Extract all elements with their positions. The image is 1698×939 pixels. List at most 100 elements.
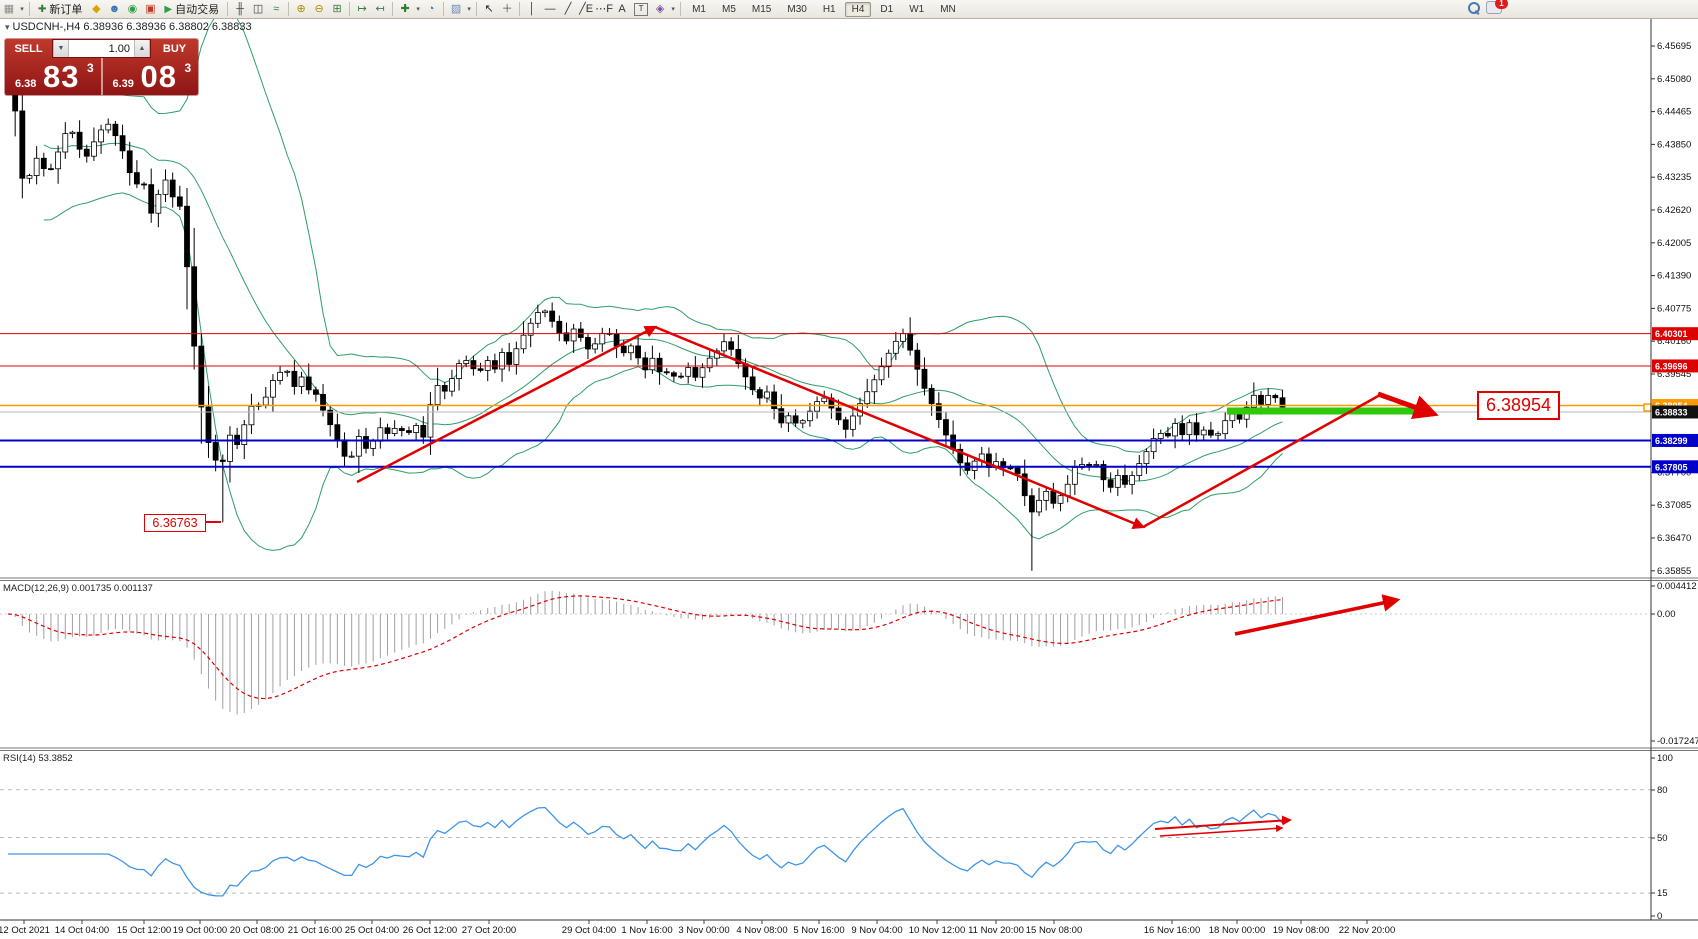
timeframe-m1[interactable]: M1 [685, 2, 713, 17]
svg-text:20 Oct 08:00: 20 Oct 08:00 [230, 925, 284, 936]
target-price-annotation[interactable]: 6.38954 [1477, 391, 1560, 420]
cursor-icon[interactable]: ↖ [480, 1, 498, 17]
timeframe-m30[interactable]: M30 [780, 2, 813, 17]
svg-text:1 Nov 16:00: 1 Nov 16:00 [621, 925, 672, 936]
svg-text:15 Oct 12:00: 15 Oct 12:00 [117, 925, 171, 936]
timeframe-mn[interactable]: MN [933, 2, 963, 17]
auto-scroll-icon[interactable]: ↦ [353, 1, 371, 17]
period-icon[interactable]: ◔ [422, 1, 440, 17]
svg-text:19 Oct 00:00: 19 Oct 00:00 [173, 925, 227, 936]
chart-type-icon[interactable]: ▨ [447, 1, 465, 17]
text-icon[interactable]: A [613, 1, 631, 17]
svg-text:10 Nov 12:00: 10 Nov 12:00 [909, 925, 966, 936]
chart-window-dropdown[interactable]: ▾ [18, 5, 26, 13]
support-zone-bar[interactable] [1227, 408, 1430, 415]
svg-text:0.004412: 0.004412 [1657, 581, 1697, 592]
svg-text:11 Nov 20:00: 11 Nov 20:00 [968, 925, 1024, 936]
chart-window-icon[interactable]: ▦ [0, 1, 18, 17]
toolbar-right-group: 1 [1468, 1, 1502, 14]
timeframe-d1[interactable]: D1 [873, 2, 900, 17]
trendline-icon[interactable]: ╱ [559, 1, 577, 17]
volume-decrease-button[interactable]: ▼ [53, 40, 69, 57]
line-chart-icon[interactable]: ≈ [267, 1, 285, 17]
symbol-dropdown-icon[interactable]: ▾ [5, 22, 10, 32]
timeframe-w1[interactable]: W1 [902, 2, 931, 17]
svg-text:-0.017247: -0.017247 [1657, 736, 1698, 747]
svg-text:15 Nov 08:00: 15 Nov 08:00 [1026, 925, 1083, 936]
mt4-terminal-window: { "window": { "notification_badge": "1" … [0, 0, 1698, 939]
profile-icon[interactable]: ☻ [105, 1, 123, 17]
svg-text:3 Nov 00:00: 3 Nov 00:00 [678, 925, 729, 936]
timeframe-h1[interactable]: H1 [816, 2, 843, 17]
svg-text:6.44465: 6.44465 [1657, 107, 1691, 118]
arrows-icon[interactable]: ◈ [651, 1, 669, 17]
channel-icon[interactable]: ╱E [577, 1, 595, 17]
trend-arrows [357, 327, 1434, 836]
candles [6, 48, 1285, 570]
top-toolbar: ▦▾✚新订单◆☻◉▣▶自动交易╫◫≈⊕⊖⊞↦↤✚▾◔▨▾↖＋│—╱╱E⋯FAT◈… [0, 0, 1698, 19]
svg-text:5 Nov 16:00: 5 Nov 16:00 [793, 925, 844, 936]
notifications-icon[interactable]: 1 [1486, 1, 1502, 14]
chart-canvas: 6.456956.450806.444656.438506.432356.426… [0, 0, 1698, 939]
signals-icon[interactable]: ◉ [123, 1, 141, 17]
toolbar-separator [519, 2, 520, 16]
arrows-dropdown[interactable]: ▾ [669, 5, 677, 13]
svg-text:6.43850: 6.43850 [1657, 139, 1691, 150]
zoom-in-icon[interactable]: ⊕ [292, 1, 310, 17]
text-label-icon[interactable]: T [634, 3, 648, 16]
volume-increase-button[interactable]: ▲ [134, 40, 150, 57]
sell-button[interactable]: SELL [5, 39, 52, 58]
toolbar-separator [227, 2, 228, 16]
svg-text:6.45695: 6.45695 [1657, 41, 1691, 52]
svg-text:6.41390: 6.41390 [1657, 271, 1691, 282]
sell-price[interactable]: 6.38 83 3 [5, 58, 103, 95]
crosshair-icon[interactable]: ＋ [498, 1, 516, 17]
indicator-axes: 0.0044120.00-0.0172471008050150 [1651, 581, 1698, 922]
toolbar-separator [349, 2, 350, 16]
toolbar-separator [392, 2, 393, 16]
svg-text:18 Nov 00:00: 18 Nov 00:00 [1209, 925, 1266, 936]
volume-input[interactable]: 1.00 [69, 40, 134, 57]
time-axis: 12 Oct 202114 Oct 04:0015 Oct 12:0019 Oc… [0, 920, 1395, 936]
market-icon[interactable]: ▣ [141, 1, 159, 17]
candlestick-chart-icon[interactable]: ◫ [249, 1, 267, 17]
svg-text:19 Nov 08:00: 19 Nov 08:00 [1273, 925, 1330, 936]
paint-icon[interactable]: ◆ [87, 1, 105, 17]
new-order-button[interactable]: ✚新订单 [33, 1, 87, 17]
svg-text:0: 0 [1657, 911, 1662, 922]
svg-text:25 Oct 04:00: 25 Oct 04:00 [345, 925, 399, 936]
vertical-line-icon[interactable]: │ [523, 1, 541, 17]
svg-text:12 Oct 2021: 12 Oct 2021 [0, 925, 50, 936]
fibonacci-icon[interactable]: ⋯F [595, 1, 613, 17]
svg-text:6.39696: 6.39696 [1655, 361, 1688, 371]
buy-button[interactable]: BUY [151, 39, 198, 58]
new-chart-icon[interactable]: ✚ [396, 1, 414, 17]
volume-control: ▼ 1.00 ▲ [52, 39, 151, 58]
svg-text:6.35855: 6.35855 [1657, 566, 1691, 577]
zoom-out-icon[interactable]: ⊖ [310, 1, 328, 17]
toolbar-main-group: ▦▾✚新订单◆☻◉▣▶自动交易╫◫≈⊕⊖⊞↦↤✚▾◔▨▾↖＋│—╱╱E⋯FAT◈… [0, 1, 684, 17]
autotrading-button[interactable]: ▶自动交易 [159, 1, 224, 17]
one-click-trading-panel: SELL ▼ 1.00 ▲ BUY 6.38 83 3 6.39 08 3 [5, 39, 198, 95]
rsi-pane [0, 790, 1651, 896]
bar-chart-icon[interactable]: ╫ [231, 1, 249, 17]
chart-shift-icon[interactable]: ↤ [371, 1, 389, 17]
timeframe-h4[interactable]: H4 [845, 2, 872, 17]
search-icon[interactable] [1468, 2, 1480, 14]
svg-text:27 Oct 20:00: 27 Oct 20:00 [462, 925, 516, 936]
low-price-annotation[interactable]: 6.36763 [144, 514, 206, 532]
timeframe-m5[interactable]: M5 [715, 2, 743, 17]
tile-windows-icon[interactable]: ⊞ [328, 1, 346, 17]
svg-text:15: 15 [1657, 888, 1668, 899]
new-chart-dropdown[interactable]: ▾ [414, 5, 422, 13]
chart-type-dropdown[interactable]: ▾ [465, 5, 473, 13]
horizontal-line-icon[interactable]: — [541, 1, 559, 17]
toolbar-separator [680, 2, 681, 16]
level-handle[interactable] [1644, 404, 1651, 411]
timeframe-m15[interactable]: M15 [745, 2, 778, 17]
buy-price[interactable]: 6.39 08 3 [103, 58, 199, 95]
toolbar-separator [288, 2, 289, 16]
svg-text:6.40301: 6.40301 [1655, 329, 1688, 339]
pane-frame [0, 17, 1698, 920]
svg-text:4 Nov 08:00: 4 Nov 08:00 [736, 925, 787, 936]
